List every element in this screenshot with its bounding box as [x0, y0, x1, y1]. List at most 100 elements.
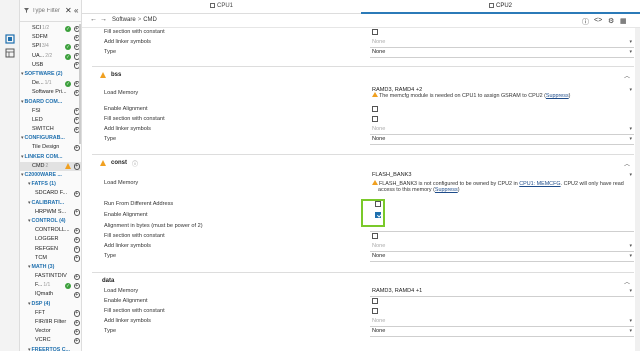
tree-item[interactable]: SDFM +	[20, 33, 81, 42]
tree-item[interactable]: IQmath +	[20, 290, 81, 299]
suppress-link[interactable]: Suppress	[546, 93, 569, 99]
chevron-down-icon[interactable]: ▾	[21, 172, 24, 178]
chevron-down-icon[interactable]: ▾	[28, 301, 31, 307]
info-icon[interactable]: ⓘ	[132, 159, 138, 168]
tree-item[interactable]: Software Pri... +	[20, 88, 81, 97]
tab-cpu1[interactable]: CPU1	[82, 0, 361, 14]
memory-view-icon[interactable]	[5, 48, 15, 58]
tree-item[interactable]: TCM +	[20, 254, 81, 263]
section-data-header[interactable]: data ︿	[92, 272, 634, 286]
suppress-link[interactable]: Suppress	[435, 187, 458, 193]
code-view-icon[interactable]: <>	[594, 17, 602, 24]
chevron-down-icon[interactable]: ▾	[28, 347, 31, 351]
chevron-up-icon[interactable]: ︿	[624, 71, 630, 80]
type-select[interactable]: None ▾	[372, 48, 632, 57]
tree-item[interactable]: LED +	[20, 116, 81, 125]
tree-category[interactable]: ▾LINKER COM...	[20, 153, 81, 162]
tree-category[interactable]: ▾BOARD COM...	[20, 98, 81, 107]
fill-checkbox[interactable]	[372, 233, 378, 239]
add-icon[interactable]: +	[73, 144, 80, 152]
tree-item[interactable]: FASTINTDIV +	[20, 272, 81, 281]
chevron-down-icon[interactable]: ▾	[28, 218, 31, 224]
filter-input[interactable]	[23, 5, 63, 16]
tree-item[interactable]: FSI +	[20, 107, 81, 116]
tree-category[interactable]: ▾C2000WARE ...	[20, 171, 81, 180]
tree-category[interactable]: ▾FREERTOS C...	[20, 346, 81, 351]
add-icon[interactable]: +	[73, 190, 80, 198]
type-select[interactable]: None ▾	[372, 252, 632, 261]
linker-select[interactable]: None ▾	[372, 317, 632, 326]
add-icon[interactable]: +	[73, 236, 80, 244]
back-arrow-icon[interactable]: ←	[90, 16, 97, 23]
tree-category[interactable]: ▾CALIBRATI...	[20, 199, 81, 208]
chevron-down-icon[interactable]: ▾	[21, 154, 24, 160]
add-icon[interactable]: +	[73, 255, 80, 262]
load-memory-select[interactable]: FLASH_BANK3 ▾	[372, 171, 632, 180]
tree-category[interactable]: ▾SOFTWARE (2)	[20, 70, 81, 79]
tree-item[interactable]: HRPWM S... +	[20, 208, 81, 217]
tree-item[interactable]: CONTROLL... +	[20, 226, 81, 235]
collapse-all-icon[interactable]: «	[74, 6, 78, 15]
add-icon[interactable]: +	[73, 328, 80, 336]
tree-item[interactable]: VCRC +	[20, 336, 81, 345]
add-icon[interactable]: +	[73, 282, 80, 290]
chevron-down-icon[interactable]: ▾	[21, 71, 24, 77]
type-select[interactable]: None ▾	[372, 135, 632, 144]
tree-item[interactable]: CMD2 +	[20, 161, 81, 171]
chevron-down-icon[interactable]: ▾	[28, 181, 31, 187]
section-bss-header[interactable]: bss ︿	[92, 66, 634, 80]
main-scrollbar[interactable]	[635, 28, 640, 351]
linker-select[interactable]: None ▾	[372, 125, 632, 134]
add-icon[interactable]: +	[73, 291, 80, 299]
linker-select[interactable]: None ▾	[372, 38, 632, 47]
chevron-up-icon[interactable]: ︿	[624, 277, 630, 286]
add-icon[interactable]: +	[73, 163, 80, 170]
chevron-down-icon[interactable]: ▾	[28, 200, 31, 206]
chevron-down-icon[interactable]: ▾	[21, 99, 24, 105]
add-icon[interactable]: +	[73, 246, 80, 253]
tree-category[interactable]: ▾CONFIGURAB...	[20, 134, 81, 143]
section-const-header[interactable]: const ⓘ ︿	[92, 154, 634, 168]
forward-arrow-icon[interactable]: →	[100, 16, 107, 23]
close-icon[interactable]: ✕	[65, 6, 72, 15]
chevron-up-icon[interactable]: ︿	[624, 159, 630, 168]
fill-checkbox[interactable]	[372, 116, 378, 122]
chevron-down-icon[interactable]: ▾	[21, 135, 24, 141]
info-icon[interactable]: ⓘ	[582, 17, 589, 27]
tree-item[interactable]: SPI3/4 ✓ +	[20, 42, 81, 51]
memcfg-link[interactable]: CPU1: MEMCFG	[519, 181, 560, 187]
type-select[interactable]: None ▾	[372, 327, 632, 336]
tree-item[interactable]: FIR/IIR Filter +	[20, 318, 81, 327]
gear-icon[interactable]: ⚙	[608, 17, 614, 25]
tree-item[interactable]: SCI1/2 ✓ +	[20, 24, 81, 33]
tree-item[interactable]: UA...2/2 ✓ +	[20, 52, 81, 61]
add-icon[interactable]: +	[73, 337, 80, 345]
tree-category[interactable]: ▾CONTROL (4)	[20, 217, 81, 226]
fill-checkbox[interactable]	[372, 29, 378, 35]
align-checkbox[interactable]	[372, 106, 378, 112]
tab-cpu2[interactable]: CPU2	[361, 0, 640, 14]
tree-item[interactable]: SDCARD F... +	[20, 189, 81, 198]
tree-category[interactable]: ▾MATH (3)	[20, 263, 81, 272]
add-icon[interactable]: +	[73, 310, 80, 317]
tree-item[interactable]: Tile Design +	[20, 143, 81, 152]
chevron-down-icon[interactable]: ▾	[28, 264, 31, 270]
tree-item[interactable]: FFT +	[20, 309, 81, 318]
tree-category[interactable]: ▾DSP (4)	[20, 300, 81, 309]
tree-item[interactable]: USB +	[20, 61, 81, 70]
tree-item[interactable]: Vector +	[20, 327, 81, 336]
add-icon[interactable]: +	[73, 227, 80, 235]
add-icon[interactable]: +	[73, 209, 80, 216]
tree-item[interactable]: F...1/1 ✓ +	[20, 281, 81, 290]
tree-category[interactable]: ▾FATFS (1)	[20, 180, 81, 189]
load-memory-select[interactable]: RAMD3, RAMD4 +1 ▾	[372, 287, 632, 296]
hardware-view-icon[interactable]	[5, 34, 15, 44]
align-checkbox[interactable]	[372, 298, 378, 304]
tree-item[interactable]: SWITCH +	[20, 125, 81, 134]
linker-select[interactable]: None ▾	[372, 242, 632, 251]
add-icon[interactable]: +	[73, 273, 80, 281]
tree-item[interactable]: De...1/1 ✓ +	[20, 79, 81, 88]
breadcrumb-software[interactable]: Software	[112, 17, 136, 23]
add-icon[interactable]: +	[73, 319, 80, 326]
tree-item[interactable]: LOGGER +	[20, 235, 81, 244]
